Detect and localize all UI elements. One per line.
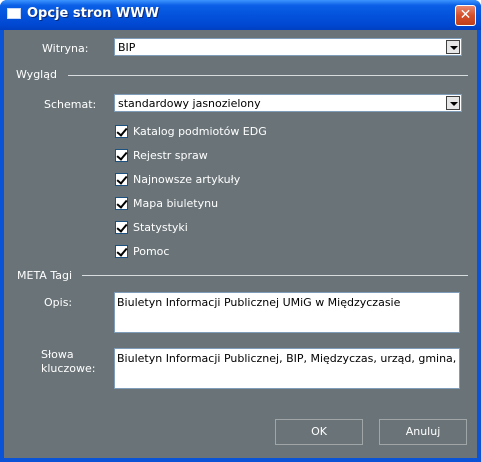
checkbox-help-label[interactable]: Pomoc (133, 245, 169, 258)
dialog-body: Witryna: BIP Wygląd Schemat: standardowy… (4, 30, 477, 458)
description-label: Opis: (44, 296, 73, 309)
dialog-window: Opcje stron WWW ✕ Witryna: BIP Wygląd Sc… (0, 0, 481, 462)
scheme-select[interactable]: standardowy jasnozielony (114, 94, 462, 112)
checkbox-help[interactable] (115, 245, 128, 258)
keywords-label-line2: kluczowe: (41, 362, 96, 375)
scheme-label: Schemat: (44, 98, 97, 111)
window-icon (7, 8, 21, 19)
chevron-down-icon[interactable] (446, 40, 460, 54)
checkbox-latest-articles-label[interactable]: Najnowsze artykuły (133, 173, 240, 186)
ok-button[interactable]: OK (275, 419, 363, 445)
site-select-value: BIP (118, 41, 136, 54)
title-bar[interactable]: Opcje stron WWW ✕ (0, 0, 481, 30)
checkbox-edg-catalog[interactable] (115, 125, 128, 138)
site-label: Witryna: (42, 42, 89, 55)
checkbox-bulletin-map[interactable] (115, 197, 128, 210)
window-title: Opcje stron WWW (27, 6, 159, 21)
appearance-divider (68, 75, 468, 76)
checkbox-bulletin-map-label[interactable]: Mapa biuletynu (133, 197, 218, 210)
site-select[interactable]: BIP (114, 38, 462, 56)
keywords-textarea[interactable]: Biuletyn Informacji Publicznej, BIP, Mię… (114, 348, 460, 389)
checkbox-statistics[interactable] (115, 221, 128, 234)
checkbox-latest-articles[interactable] (115, 173, 128, 186)
checkbox-case-register-label[interactable]: Rejestr spraw (133, 149, 208, 162)
checkbox-edg-catalog-label[interactable]: Katalog podmiotów EDG (133, 125, 267, 138)
meta-divider (82, 275, 468, 276)
keywords-label-line1: Słowa (41, 348, 74, 361)
meta-section-title: META Tagi (17, 269, 73, 282)
close-button[interactable]: ✕ (455, 5, 476, 26)
appearance-section-title: Wygląd (16, 68, 57, 81)
scheme-select-value: standardowy jasnozielony (118, 97, 261, 110)
description-textarea[interactable]: Biuletyn Informacji Publicznej UMiG w Mi… (114, 292, 460, 333)
checkbox-statistics-label[interactable]: Statystyki (133, 221, 188, 234)
chevron-down-icon[interactable] (446, 96, 460, 110)
checkbox-case-register[interactable] (115, 149, 128, 162)
cancel-button[interactable]: Anuluj (379, 419, 467, 445)
